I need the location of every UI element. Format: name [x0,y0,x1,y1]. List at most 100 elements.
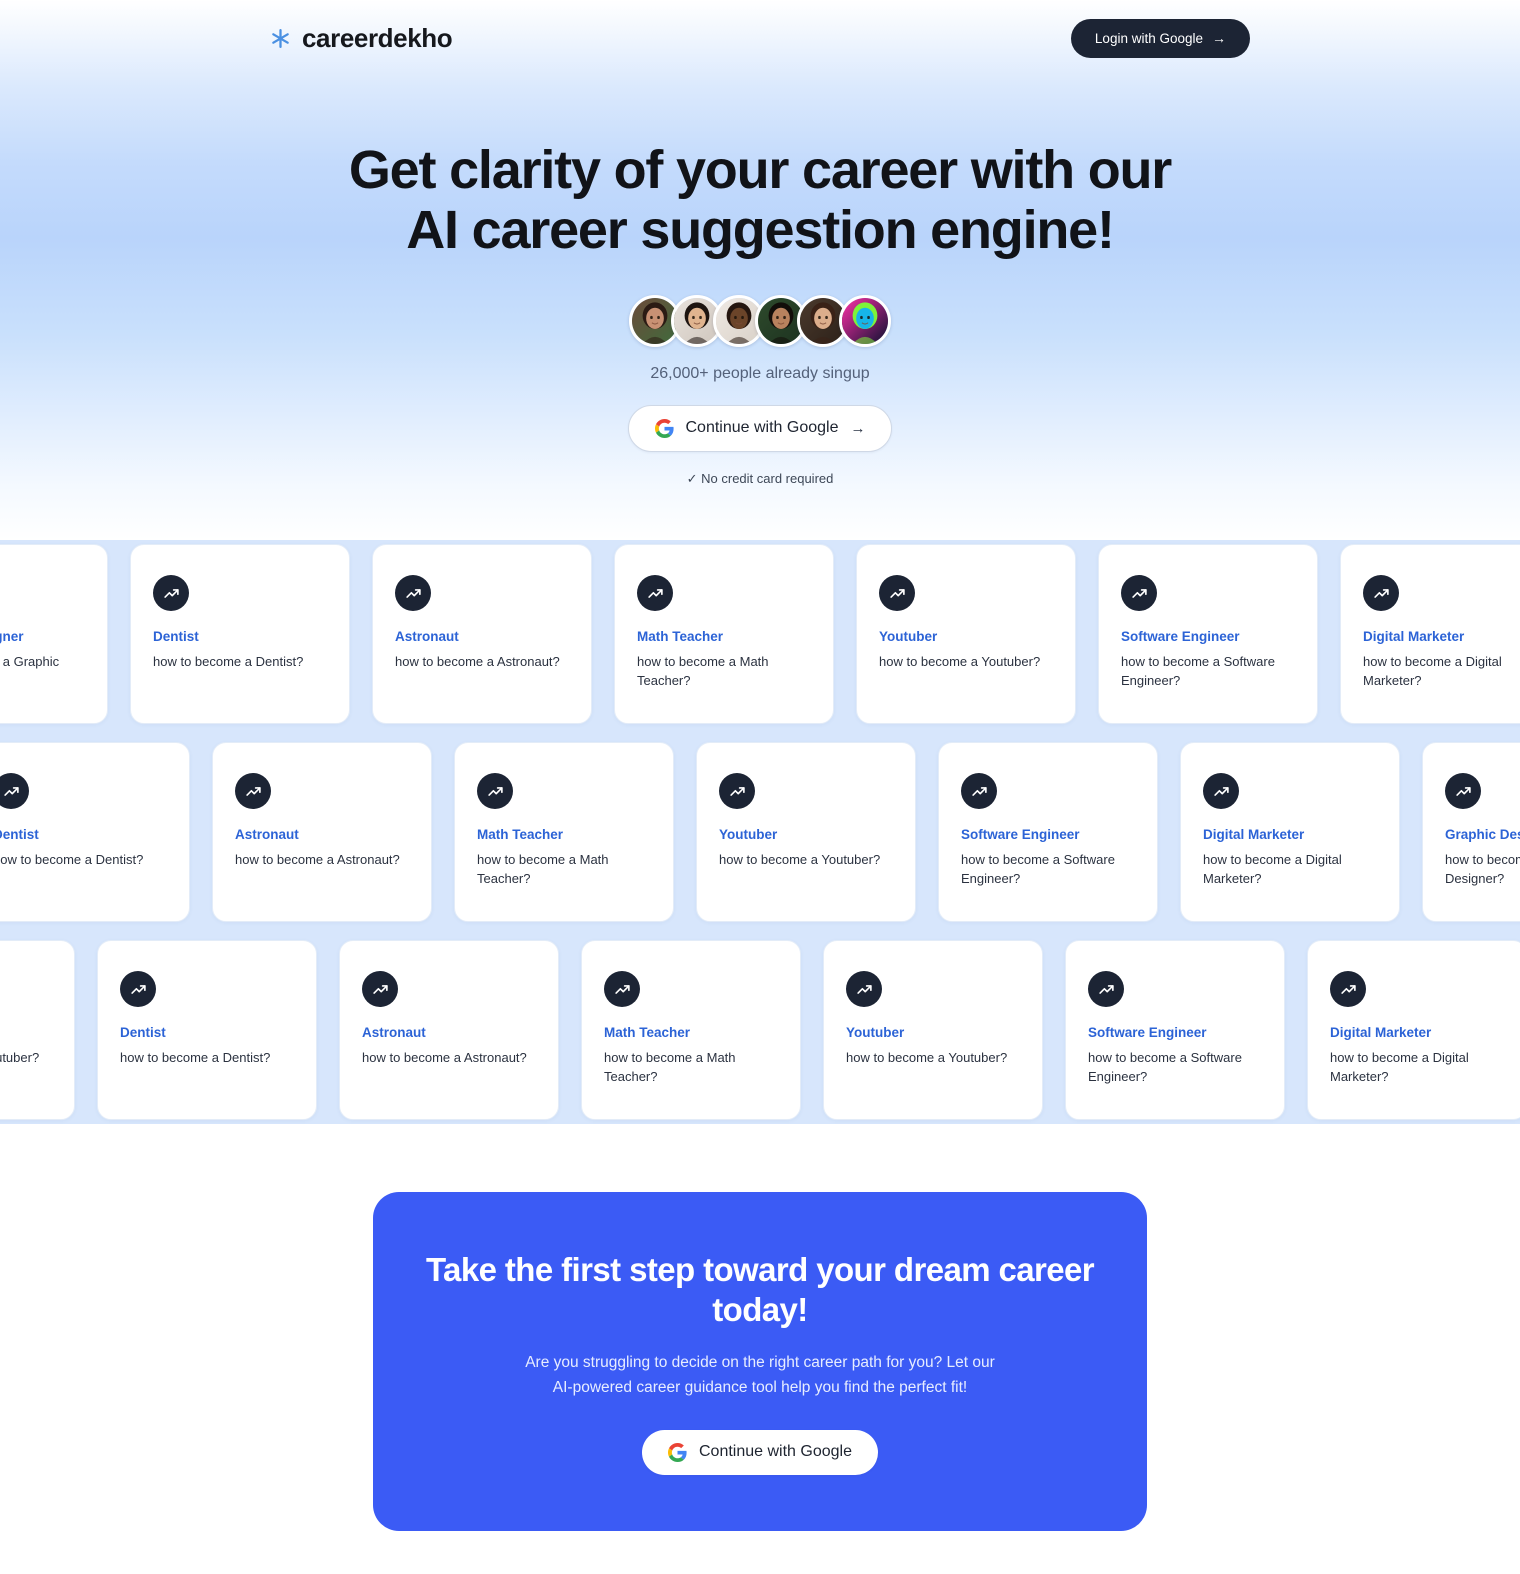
trending-up-icon [1088,971,1124,1007]
career-card-subtitle: how to become a Youtuber? [719,851,881,867]
career-card-subtitle: how to become a Digital Marketer? [1330,1049,1469,1084]
career-card[interactable]: Digital Marketer how to become a Digital … [1307,940,1520,1120]
login-with-google-button[interactable]: Login with Google → [1070,18,1250,58]
career-card[interactable]: Dentist how to become a Dentist? [130,544,350,724]
career-card-subtitle: how to become a Software Engineer? [1088,1049,1242,1084]
career-card-subtitle: how to become a Software Engineer? [1121,653,1275,688]
hero-cta-label: Continue with Google [685,419,839,437]
career-card-subtitle: how to become a Graphic Designer? [1445,851,1520,886]
marquee-row: Dentist how to become a Dentist? Astronaut… [0,738,1520,926]
career-card-title: Graphic Designer [1445,827,1520,842]
trending-up-icon [235,773,271,809]
career-card-title: Software Engineer [1121,629,1240,644]
career-card-title: Graphic Designer [0,629,24,644]
trending-up-icon [1203,773,1239,809]
trending-up-icon [846,971,882,1007]
career-card-title: Math Teacher [604,1025,691,1040]
hero-content: Get clarity of your career with our AI c… [0,140,1520,487]
career-card[interactable]: Youtuber how to become a Youtuber? [823,940,1043,1120]
marquee-track[interactable]: Graphic Designer how to become a Graphic … [0,544,1520,724]
cta-subtitle-line-2: AI-powered career guidance tool help you… [552,1378,968,1396]
social-proof-text: 26,000+ people already singup [650,364,870,382]
career-card-title: Dentist [0,827,39,842]
career-card[interactable]: Astronaut how to become a Astronaut? [212,742,432,922]
career-card-title: Youtuber [719,827,778,842]
career-card[interactable]: Youtuber how to become a Youtuber? [856,544,1076,724]
marquee-track[interactable]: Dentist how to become a Dentist? Astronaut… [0,742,1520,922]
hero-continue-with-google-button[interactable]: Continue with Google → [627,404,893,452]
career-card-subtitle: how to become a Math Teacher? [477,851,609,886]
career-card-title: Software Engineer [961,827,1080,842]
career-card[interactable]: Software Engineer how to become a Softwar… [1065,940,1285,1120]
cta-subtitle: Are you struggling to decide on the righ… [423,1351,1097,1401]
career-card-subtitle: how to become a Digital Marketer? [1203,851,1342,886]
career-card-subtitle: how to become a Graphic Designer? [0,653,60,669]
career-card[interactable]: Digital Marketer how to become a Digital … [1340,544,1520,724]
career-card[interactable]: Dentist how to become a Dentist? [0,742,190,922]
trending-up-icon [395,575,431,611]
career-card[interactable]: Astronaut how to become a Astronaut? [339,940,559,1120]
career-card-subtitle: how to become a Youtuber? [0,1049,40,1065]
trending-up-icon [637,575,673,611]
avatar-group [0,294,1520,347]
career-card-title: Astronaut [362,1025,426,1040]
career-card[interactable]: Software Engineer how to become a Softwar… [1098,544,1318,724]
career-card[interactable]: Math Teacher how to become a Math Teacher… [454,742,674,922]
brand-name: careerdekho [302,22,453,53]
career-card-subtitle: how to become a Astronaut? [395,653,560,669]
trending-up-icon [477,773,513,809]
career-card[interactable]: Graphic Designer how to become a Graphic … [0,544,108,724]
arrow-right-icon: → [850,419,866,437]
career-card-title: Software Engineer [1088,1025,1207,1040]
career-card-subtitle: how to become a Youtuber? [846,1049,1008,1065]
career-card-subtitle: how to become a Dentist? [153,653,304,669]
top-navigation-bar: careerdekho Login with Google → [0,0,1520,76]
trending-up-icon [0,773,29,809]
trending-up-icon [1121,575,1157,611]
google-icon [668,1442,687,1462]
career-card-title: Youtuber [0,1025,52,1042]
cta-continue-with-google-button[interactable]: Continue with Google [642,1429,878,1475]
cta-card: Take the first step toward your dream ca… [373,1192,1147,1531]
career-card-title: Astronaut [395,629,459,644]
career-card[interactable]: Software Engineer how to become a Softwar… [938,742,1158,922]
trending-up-icon [153,575,189,611]
marquee-track[interactable]: Youtuber how to become a Youtuber? Dentist… [0,940,1520,1120]
avatar [839,294,891,347]
footer: Sagar Jaid|Privacy|T&C|GDPR [0,1531,1520,1574]
marquee-row: Graphic Designer how to become a Graphic … [0,540,1520,728]
bottom-cta-section: Take the first step toward your dream ca… [0,1124,1520,1531]
arrow-right-icon: → [1212,30,1226,46]
career-cards-marquee: Graphic Designer how to become a Graphic … [0,540,1520,1124]
career-card-title: Dentist [153,629,199,644]
brand-logo[interactable]: careerdekho [270,22,453,54]
trending-up-icon [120,971,156,1007]
no-credit-card-note: ✓ No credit card required [686,470,834,486]
trending-up-icon [604,971,640,1007]
career-card[interactable]: Astronaut how to become a Astronaut? [372,544,592,724]
career-card[interactable]: Graphic Designer how to become a Graphic … [1422,742,1520,922]
career-card[interactable]: Math Teacher how to become a Math Teacher… [581,940,801,1120]
career-card-title: Digital Marketer [1330,1025,1432,1040]
trending-up-icon [1363,575,1399,611]
career-card-title: Math Teacher [637,629,724,644]
landing-page: careerdekho Login with Google → Get clar… [0,0,1520,1574]
career-card-title: Digital Marketer [1203,827,1305,842]
career-card[interactable]: Digital Marketer how to become a Digital … [1180,742,1400,922]
cta-title: Take the first step toward your dream ca… [425,1251,1095,1328]
trending-up-icon [362,971,398,1007]
career-card-subtitle: how to become a Astronaut? [235,851,400,867]
headline-line-2: AI career suggestion engine! [406,200,1115,261]
career-card[interactable]: Math Teacher how to become a Math Teacher… [614,544,834,724]
trending-up-icon [1330,971,1366,1007]
cta-button-label: Continue with Google [699,1443,852,1461]
asterisk-icon [270,28,291,49]
career-card[interactable]: Youtuber how to become a Youtuber? [0,940,75,1120]
career-card-subtitle: how to become a Dentist? [120,1049,271,1065]
marquee-row: Youtuber how to become a Youtuber? Dentist… [0,936,1520,1124]
career-card[interactable]: Youtuber how to become a Youtuber? [696,742,916,922]
trending-up-icon [879,575,915,611]
career-card-title: Math Teacher [477,827,564,842]
career-card[interactable]: Dentist how to become a Dentist? [97,940,317,1120]
career-card-title: Astronaut [235,827,299,842]
